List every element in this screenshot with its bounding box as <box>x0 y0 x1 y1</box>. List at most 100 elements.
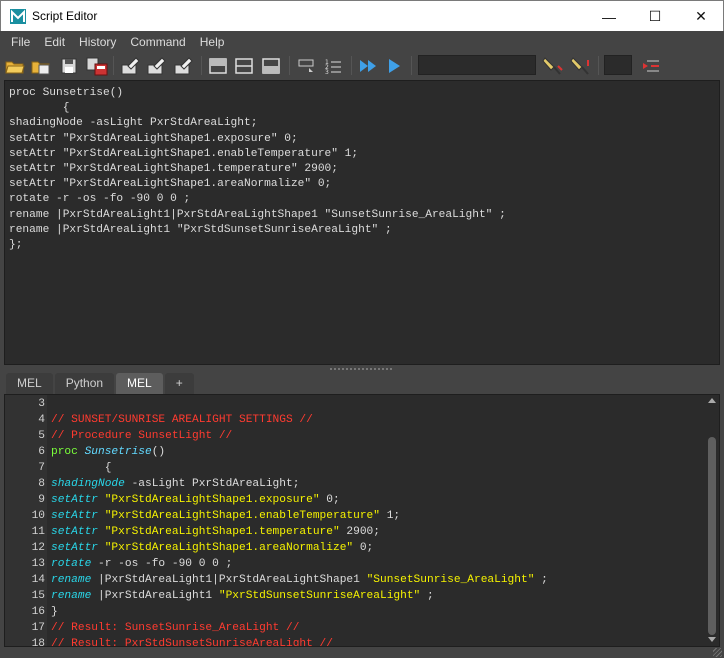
history-line: setAttr "PxrStdAreaLightShape1.exposure"… <box>9 132 298 145</box>
menu-help[interactable]: Help <box>193 31 232 53</box>
line-number: 12 <box>31 542 45 554</box>
menu-bar: File Edit History Command Help <box>0 31 724 53</box>
search-previous-icon[interactable] <box>542 55 564 77</box>
menu-command[interactable]: Command <box>123 31 192 53</box>
code-token-cmd: setAttr <box>51 542 98 554</box>
open-script-icon[interactable] <box>4 55 26 77</box>
maya-app-icon <box>10 9 26 24</box>
minimize-button[interactable]: — <box>586 1 632 32</box>
scroll-up-arrow-icon[interactable] <box>708 398 716 403</box>
scroll-down-arrow-icon[interactable] <box>708 637 716 642</box>
status-bar <box>0 647 724 658</box>
toolbar: 123 <box>0 53 724 78</box>
show-history-only-icon[interactable] <box>207 55 229 77</box>
line-number: 5 <box>38 430 45 442</box>
scroll-thumb[interactable] <box>708 437 716 635</box>
maximize-button[interactable]: ☐ <box>632 1 678 32</box>
resize-grip[interactable] <box>713 648 722 657</box>
code-token-cmd: rename <box>51 574 92 586</box>
history-pane[interactable]: proc Sunsetrise() {shadingNode -asLight … <box>4 80 720 365</box>
execute-all-icon[interactable] <box>357 55 379 77</box>
line-number: 13 <box>31 558 45 570</box>
code-line: shadingNode -asLight PxrStdAreaLight; <box>51 476 299 492</box>
code-token-plain: 1; <box>379 510 401 522</box>
goto-line-icon[interactable] <box>640 55 662 77</box>
svg-text:3: 3 <box>325 69 329 75</box>
code-line: // SUNSET/SUNRISE AREALIGHT SETTINGS // <box>51 412 313 428</box>
toolbar-separator <box>411 56 412 75</box>
line-number: 4 <box>38 414 45 426</box>
add-tab-button[interactable]: + <box>164 373 194 394</box>
show-both-icon[interactable] <box>260 55 282 77</box>
menu-history[interactable]: History <box>72 31 123 53</box>
code-line: setAttr "PxrStdAreaLightShape1.enableTem… <box>51 508 400 524</box>
history-line: rename |PxrStdAreaLight1|PxrStdAreaLight… <box>9 208 506 221</box>
menu-file[interactable]: File <box>4 31 37 53</box>
pane-splitter[interactable] <box>0 365 724 373</box>
code-token-plain: ; <box>534 574 548 586</box>
code-token-cmd: rotate <box>51 558 92 570</box>
code-token-str: "SunsetSunrise_AreaLight" <box>366 574 535 586</box>
code-token-str: "PxrStdAreaLightShape1.enableTemperature… <box>104 510 380 522</box>
toolbar-separator <box>351 56 352 75</box>
code-token-comment: // Procedure SunsetLight // <box>51 430 233 442</box>
line-number: 7 <box>38 462 45 474</box>
tab-mel-active[interactable]: MEL <box>116 373 163 394</box>
close-button[interactable]: ✕ <box>678 1 724 32</box>
code-token-plain: -asLight PxrStdAreaLight; <box>124 478 300 490</box>
toolbar-separator <box>289 56 290 75</box>
goto-line-input[interactable] <box>604 55 632 75</box>
history-text: proc Sunsetrise() {shadingNode -asLight … <box>5 81 719 253</box>
line-number: 8 <box>38 478 45 490</box>
search-next-icon[interactable] <box>570 55 592 77</box>
code-token-cmd: shadingNode <box>51 478 125 490</box>
tab-python[interactable]: Python <box>54 373 115 394</box>
code-token-plain: |PxrStdAreaLight1|PxrStdAreaLightShape1 <box>91 574 367 586</box>
code-token-str: "PxrStdSunsetSunriseAreaLight" <box>218 590 421 602</box>
code-token-comment: // Result: PxrStdSunsetSunriseAreaLight … <box>51 638 333 647</box>
code-token-cmd: setAttr <box>51 526 98 538</box>
code-line: // Procedure SunsetLight // <box>51 428 232 444</box>
line-number: 6 <box>38 446 45 458</box>
history-line: rotate -r -os -fo -90 0 0 ; <box>9 193 191 206</box>
menu-edit[interactable]: Edit <box>37 31 72 53</box>
line-number: 11 <box>31 526 45 538</box>
code-token-plain: 0; <box>353 542 374 554</box>
code-token-plain: |PxrStdAreaLight1 <box>91 590 219 602</box>
script-input-editor[interactable]: 3 4 5 6 7 8 9 10 11 12 13 14 15 16 17 18 // SUNSET/SUNR… <box>4 394 720 647</box>
toolbar-separator <box>201 56 202 75</box>
tab-mel[interactable]: MEL <box>6 373 53 394</box>
code-line: setAttr "PxrStdAreaLightShape1.areaNorma… <box>51 540 373 556</box>
execute-selected-icon[interactable] <box>383 55 405 77</box>
show-input-only-icon[interactable] <box>233 55 255 77</box>
clear-history-icon[interactable] <box>119 55 141 77</box>
window-title: Script Editor <box>32 9 98 23</box>
history-line: proc Sunsetrise() <box>9 87 124 99</box>
history-line: setAttr "PxrStdAreaLightShape1.areaNorma… <box>9 178 332 191</box>
save-script-icon[interactable] <box>58 55 80 77</box>
code-token-str: "PxrStdAreaLightShape1.exposure" <box>104 494 320 506</box>
history-line: rename |PxrStdAreaLight1 "PxrStdSunsetSu… <box>9 223 392 236</box>
history-line: shadingNode -asLight PxrStdAreaLight; <box>9 117 258 130</box>
save-script-to-shelf-icon[interactable] <box>86 55 108 77</box>
code-line: setAttr "PxrStdAreaLightShape1.temperatu… <box>51 524 380 540</box>
code-line: rename |PxrStdAreaLight1|PxrStdAreaLight… <box>51 572 548 588</box>
code-line: rename |PxrStdAreaLight1 "PxrStdSunsetSu… <box>51 588 434 604</box>
line-number: 18 <box>31 638 45 647</box>
code-token-comment: // SUNSET/SUNRISE AREALIGHT SETTINGS // <box>51 414 313 426</box>
clear-input-icon[interactable] <box>145 55 167 77</box>
clear-all-icon[interactable] <box>172 55 194 77</box>
line-numbers-icon[interactable]: 123 <box>322 55 344 77</box>
code-line: setAttr "PxrStdAreaLightShape1.exposure"… <box>51 492 340 508</box>
code-line: // Result: SunsetSunrise_AreaLight // <box>51 620 299 636</box>
editor-scrollbar[interactable] <box>705 395 719 646</box>
search-input[interactable] <box>418 55 536 75</box>
echo-all-commands-icon[interactable] <box>296 55 318 77</box>
source-script-icon[interactable] <box>30 55 52 77</box>
toolbar-separator <box>113 56 114 75</box>
code-token-plain: ; <box>420 590 434 602</box>
line-number: 10 <box>31 510 45 522</box>
code-token-kw: proc <box>51 446 85 458</box>
